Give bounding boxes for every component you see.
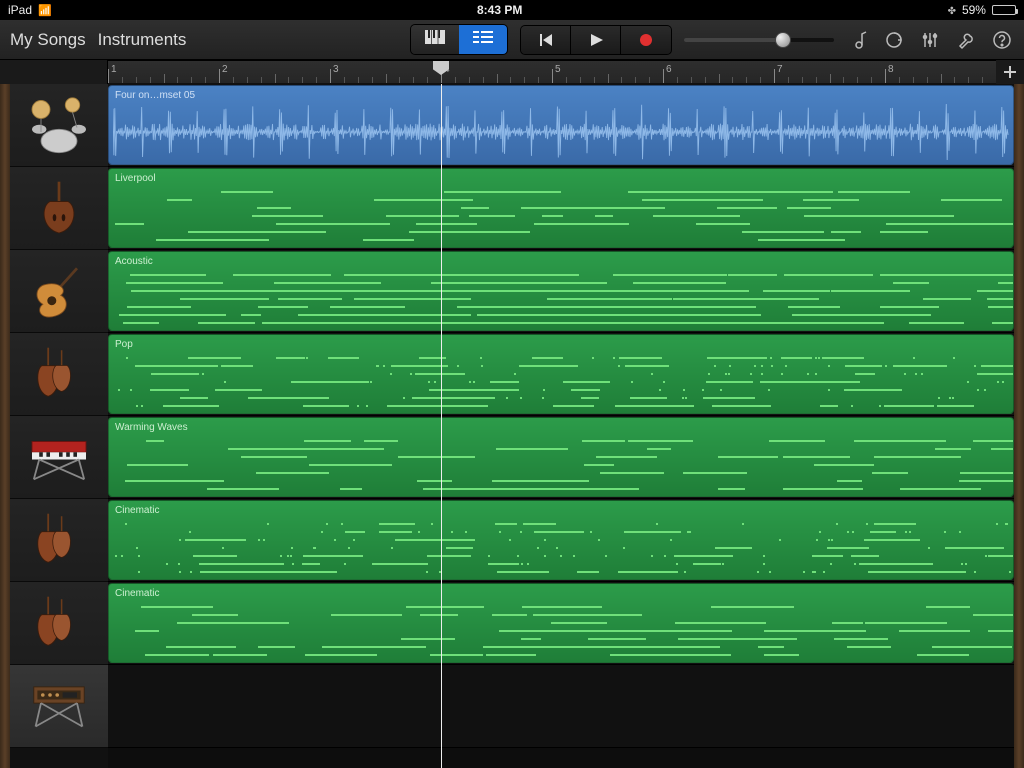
track-lane-strings[interactable]: Pop	[108, 333, 1014, 416]
my-songs-button[interactable]: My Songs	[10, 30, 86, 50]
track-header-bass[interactable]	[10, 167, 108, 250]
toolbar: My Songs Instruments	[0, 20, 1024, 60]
region-strings2[interactable]: Cinematic	[108, 500, 1014, 580]
string-ensemble-icon	[23, 504, 95, 577]
transport-controls	[520, 25, 672, 55]
playhead[interactable]	[441, 84, 442, 768]
region-strings3[interactable]: Cinematic	[108, 583, 1014, 663]
track-lane-strings3[interactable]: Cinematic	[108, 582, 1014, 665]
mixer-icon[interactable]	[918, 30, 942, 50]
battery-icon	[992, 5, 1016, 15]
region-label: Liverpool	[115, 173, 1007, 184]
volume-thumb[interactable]	[775, 32, 791, 48]
timeline[interactable]: Four on…mset 05 Liverpool Acoustic Pop Warmi…	[108, 84, 1014, 768]
region-drums[interactable]: Four on…mset 05	[108, 85, 1014, 165]
bluetooth-icon	[948, 3, 956, 17]
track-header-strings[interactable]	[10, 333, 108, 416]
track-header-strings3[interactable]	[10, 582, 108, 665]
battery-percent: 59%	[962, 3, 986, 17]
track-lane-strings2[interactable]: Cinematic	[108, 499, 1014, 582]
track-header-drums[interactable]	[10, 84, 108, 167]
wood-trim-left	[0, 84, 10, 768]
keyboard-synth-icon	[23, 421, 95, 494]
string-ensemble-icon	[23, 338, 95, 411]
device-label: iPad	[8, 3, 32, 17]
track-lane-guitar[interactable]: Acoustic	[108, 250, 1014, 333]
help-icon[interactable]	[990, 30, 1014, 50]
track-lane-bass[interactable]: Liverpool	[108, 167, 1014, 250]
upright-bass-icon	[23, 172, 95, 245]
view-tracks-button[interactable]	[459, 25, 507, 54]
play-button[interactable]	[571, 26, 621, 54]
track-header-keyboard[interactable]	[10, 416, 108, 499]
loop-browser-icon[interactable]	[882, 30, 906, 50]
ruler-header-spacer	[0, 60, 108, 84]
region-label: Warming Waves	[115, 422, 1007, 433]
add-track-button[interactable]	[996, 60, 1024, 84]
region-keyboard[interactable]: Warming Waves	[108, 417, 1014, 497]
guitar-icon	[23, 255, 95, 328]
track-header-strings2[interactable]	[10, 499, 108, 582]
track-headers	[10, 84, 108, 768]
record-button[interactable]	[621, 26, 671, 54]
note-settings-icon[interactable]	[846, 30, 870, 50]
settings-wrench-icon[interactable]	[954, 30, 978, 50]
rewind-button[interactable]	[521, 26, 571, 54]
region-strings[interactable]: Pop	[108, 334, 1014, 414]
clock: 8:43 PM	[477, 3, 522, 17]
region-bass[interactable]: Liverpool	[108, 168, 1014, 248]
piano-keys-icon	[425, 30, 445, 49]
wifi-icon	[38, 3, 52, 17]
region-guitar[interactable]: Acoustic	[108, 251, 1014, 331]
tracks-icon	[473, 30, 493, 49]
track-lane-keyboard[interactable]: Warming Waves	[108, 416, 1014, 499]
track-lane-synth[interactable]	[108, 665, 1014, 748]
region-label: Acoustic	[115, 256, 1007, 267]
wood-trim-right	[1014, 84, 1024, 768]
track-lane-drums[interactable]: Four on…mset 05	[108, 84, 1014, 167]
track-header-synth[interactable]	[10, 665, 108, 748]
master-volume-slider[interactable]	[684, 38, 834, 42]
status-bar: iPad 8:43 PM 59%	[0, 0, 1024, 20]
region-label: Pop	[115, 339, 1007, 350]
drum-kit-icon	[23, 89, 95, 162]
view-note-button[interactable]	[411, 25, 459, 54]
track-header-guitar[interactable]	[10, 250, 108, 333]
string-ensemble-icon	[23, 587, 95, 660]
region-label: Four on…mset 05	[115, 90, 1007, 101]
region-label: Cinematic	[115, 588, 1007, 599]
instruments-button[interactable]: Instruments	[98, 30, 187, 50]
waveform	[113, 104, 1009, 160]
synth-module-icon	[23, 670, 95, 743]
region-label: Cinematic	[115, 505, 1007, 516]
view-segmented	[410, 24, 508, 55]
time-ruler[interactable]: 12345678	[108, 60, 996, 84]
